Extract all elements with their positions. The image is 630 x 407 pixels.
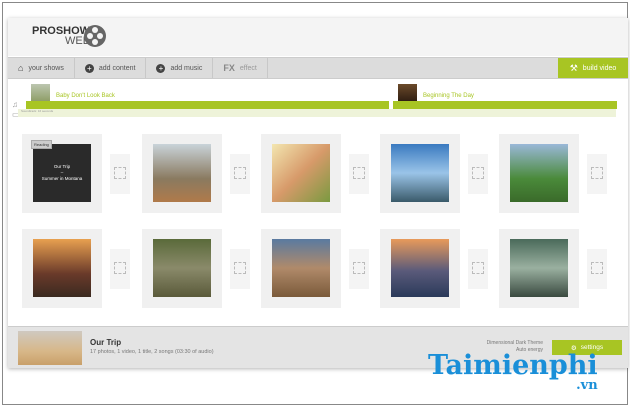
build-video-button[interactable]: ⚒ build video bbox=[558, 58, 628, 78]
slide-image bbox=[153, 144, 211, 202]
tools-icon: ⚒ bbox=[569, 62, 578, 73]
effect-button[interactable]: FX effect bbox=[213, 58, 268, 78]
transition-slot[interactable] bbox=[349, 249, 369, 289]
logo: PROSHOW WEB bbox=[32, 25, 91, 47]
slide-image bbox=[510, 239, 568, 297]
slide-tile[interactable] bbox=[380, 134, 460, 213]
show-title: Our Trip bbox=[90, 338, 122, 347]
show-thumbnail bbox=[18, 331, 82, 365]
reading-badge: Reading bbox=[31, 140, 52, 149]
slide-tile[interactable] bbox=[380, 229, 460, 308]
slide-image bbox=[391, 239, 449, 297]
slide-image bbox=[153, 239, 211, 297]
home-icon: ⌂ bbox=[18, 63, 24, 73]
slide-image bbox=[272, 144, 330, 202]
title-card-text: Our Trip – Summer in Montana bbox=[41, 164, 83, 181]
slide-tile[interactable] bbox=[499, 229, 579, 308]
slide-image bbox=[33, 239, 91, 297]
transition-slot[interactable] bbox=[349, 154, 369, 194]
transition-slot[interactable] bbox=[110, 154, 130, 194]
film-reel-icon bbox=[84, 25, 106, 47]
header: PROSHOW WEB bbox=[8, 18, 628, 56]
plus-circle-icon: + bbox=[156, 63, 166, 73]
transition-slot[interactable] bbox=[468, 249, 488, 289]
transition-slot[interactable] bbox=[587, 249, 607, 289]
transition-slot[interactable] bbox=[110, 249, 130, 289]
slide-tile[interactable] bbox=[261, 229, 341, 308]
add-music-button[interactable]: + add music bbox=[146, 58, 214, 78]
plus-circle-icon: + bbox=[84, 63, 94, 73]
slide-tile[interactable]: Reading Our Trip – Summer in Montana bbox=[22, 134, 102, 213]
transition-slot[interactable] bbox=[468, 154, 488, 194]
transition-slot[interactable] bbox=[230, 249, 250, 289]
slide-tile[interactable] bbox=[499, 134, 579, 213]
add-content-button[interactable]: + add content bbox=[75, 58, 147, 78]
show-summary: 17 photos, 1 video, 1 title, 2 songs (03… bbox=[90, 349, 214, 355]
slide-image bbox=[272, 239, 330, 297]
toolbar: ⌂ your shows + add content + add music FX ef… bbox=[8, 57, 628, 79]
slide-image bbox=[510, 144, 568, 202]
slide-tile[interactable] bbox=[142, 229, 222, 308]
song-title: Beginning The Day bbox=[423, 93, 474, 99]
watermark-logo: Taimienphi .vn bbox=[428, 350, 598, 393]
slide-tile[interactable] bbox=[142, 134, 222, 213]
caption-track[interactable]: Soundtrack: 16 seconds bbox=[18, 109, 616, 117]
your-shows-button[interactable]: ⌂ your shows bbox=[8, 58, 75, 78]
slide-tile[interactable] bbox=[22, 229, 102, 308]
fx-icon: FX bbox=[223, 63, 235, 73]
slide-image bbox=[391, 144, 449, 202]
transition-slot[interactable] bbox=[587, 154, 607, 194]
slide-tile[interactable] bbox=[261, 134, 341, 213]
music-track-2[interactable] bbox=[393, 101, 617, 109]
song-title: Baby Don't Look Back bbox=[56, 93, 115, 99]
transition-slot[interactable] bbox=[230, 154, 250, 194]
music-track-1[interactable] bbox=[26, 101, 389, 109]
